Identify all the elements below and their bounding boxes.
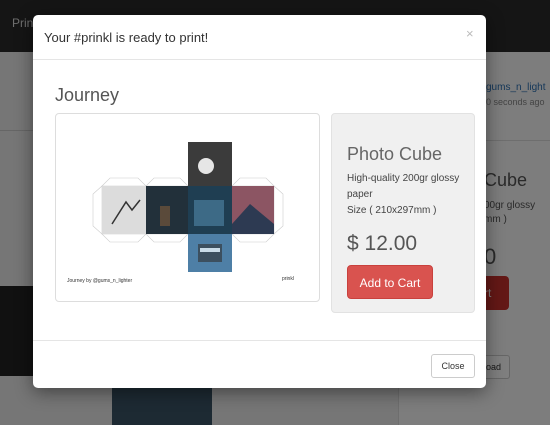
product-description: High-quality 200gr glossy paper xyxy=(347,173,460,200)
prinkl-logo: prinkl xyxy=(282,276,294,282)
cube-net-image xyxy=(92,142,284,272)
modal-header: Your #prinkl is ready to print! × xyxy=(33,15,486,60)
print-ready-modal: Your #prinkl is ready to print! × Journe… xyxy=(33,15,486,388)
product-description-block: High-quality 200gr glossy paper Size ( 2… xyxy=(347,171,469,219)
collection-title: Journey xyxy=(55,85,120,105)
preview-caption: Journey by @gums_n_lighter xyxy=(67,278,133,284)
product-size: Size ( 210x297mm ) xyxy=(347,205,437,216)
add-to-cart-button[interactable]: Add to Cart xyxy=(347,265,433,299)
modal-title: Your #prinkl is ready to print! xyxy=(44,30,209,45)
modal-footer: Close xyxy=(33,340,486,389)
close-button[interactable]: Close xyxy=(431,354,475,378)
product-info-panel: Photo Cube High-quality 200gr glossy pap… xyxy=(331,113,475,313)
product-price: $ 12.00 xyxy=(347,232,418,255)
product-name: Photo Cube xyxy=(347,144,443,164)
close-icon[interactable]: × xyxy=(466,26,474,41)
cube-preview: Journey by @gums_n_lighter prinkl xyxy=(55,113,320,302)
